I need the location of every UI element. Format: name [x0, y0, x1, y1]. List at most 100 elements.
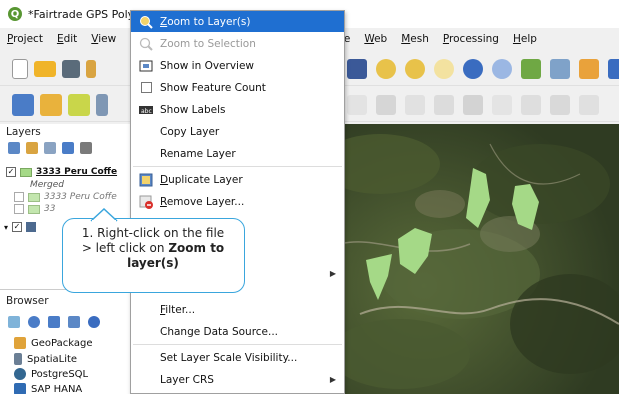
add-selected-icon[interactable] — [8, 316, 20, 328]
browser-item-geopackage[interactable]: GeoPackage — [14, 337, 92, 349]
data-source-manager-icon[interactable] — [12, 93, 34, 116]
menu-item-show-feature-count[interactable]: Show Feature Count — [131, 77, 344, 98]
layer-visibility-checkbox[interactable] — [14, 204, 24, 214]
menu-item-zoom-to-layers[interactable]: Zoom to Layer(s) — [131, 11, 344, 32]
group-visibility-checkbox[interactable]: ✓ — [12, 222, 23, 232]
menu-item-duplicate-layer[interactable]: Duplicate Layer — [131, 169, 344, 190]
manage-visibility-icon[interactable] — [44, 142, 56, 154]
menu-item-label: Show Feature Count — [160, 81, 266, 94]
callout-text: 1. Right-click on the file > left click … — [63, 226, 243, 271]
attribute-table-icon[interactable] — [434, 94, 454, 115]
browser-item-spatialite[interactable]: SpatiaLite — [14, 353, 77, 365]
digitize-icon[interactable] — [96, 93, 108, 116]
menu-item-rename-layer[interactable]: Rename Layer — [131, 143, 344, 164]
layer-row[interactable]: Merged — [30, 179, 64, 191]
refresh-icon[interactable] — [28, 316, 40, 328]
filter-legend-icon[interactable] — [62, 142, 74, 154]
map-canvas[interactable] — [340, 124, 619, 394]
callout-pointer — [90, 208, 118, 222]
menu-project[interactable]: Project — [0, 33, 50, 45]
menu-item-change-data-source[interactable]: Change Data Source... — [131, 321, 344, 342]
zoom-to-selection-icon — [139, 37, 153, 51]
zoom-full-icon[interactable] — [463, 58, 483, 79]
open-project-icon[interactable] — [34, 60, 56, 77]
zoom-next-icon[interactable] — [608, 58, 619, 79]
delete-selected-icon[interactable] — [463, 94, 483, 115]
menu-mesh[interactable]: Mesh — [394, 33, 436, 45]
menu-item-layer-crs[interactable]: Layer CRS ▶ — [131, 369, 344, 390]
callout-line-3-bold: layer(s) — [127, 256, 179, 270]
zoom-to-layer-icon[interactable] — [521, 58, 541, 79]
add-group-icon[interactable] — [26, 142, 38, 154]
properties-icon[interactable] — [88, 316, 100, 328]
menu-item-remove-layer[interactable]: Remove Layer... — [131, 191, 344, 212]
duplicate-layer-icon — [139, 173, 153, 187]
layer-label: Merged — [30, 180, 64, 190]
callout-line-3: layer(s) — [63, 256, 243, 271]
pan-map-icon[interactable] — [347, 58, 367, 79]
zoom-last-icon[interactable] — [579, 58, 599, 79]
cut-features-icon[interactable] — [492, 94, 512, 115]
select-features-icon[interactable] — [347, 94, 367, 115]
deselect-icon[interactable] — [405, 94, 425, 115]
zoom-to-selection-icon[interactable] — [492, 58, 512, 79]
expand-arrow-icon[interactable]: ▾ — [4, 223, 8, 232]
menu-processing[interactable]: Processing — [436, 33, 506, 45]
undo-icon[interactable] — [579, 94, 599, 115]
layer-row[interactable]: 3333 Peru Coffe — [14, 191, 117, 203]
menu-item-label: Show Labels — [160, 103, 226, 116]
menu-view[interactable]: View — [84, 33, 123, 45]
browser-item-saphana[interactable]: SAP HANA — [14, 383, 82, 394]
callout-line-2: > left click on Zoom to — [63, 241, 243, 256]
save-as-icon[interactable] — [86, 59, 96, 78]
browser-item-label: SAP HANA — [31, 383, 83, 394]
browser-panel-title: Browser — [6, 295, 49, 307]
new-project-icon[interactable] — [12, 58, 28, 79]
layer-group-row[interactable]: ▾ ✓ — [4, 221, 37, 233]
zoom-native-icon[interactable] — [550, 58, 570, 79]
layer-visibility-checkbox[interactable] — [14, 192, 24, 202]
paste-features-icon[interactable] — [550, 94, 570, 115]
menu-edit[interactable]: Edit — [50, 33, 84, 45]
remove-layer-icon — [139, 195, 153, 209]
menu-item-show-in-overview[interactable]: Show in Overview — [131, 55, 344, 76]
layer-symbol — [28, 192, 40, 202]
filter-expression-icon[interactable] — [80, 142, 92, 154]
browser-item-label: GeoPackage — [31, 337, 93, 349]
zoom-rubberband-icon[interactable] — [434, 58, 454, 79]
layer-row[interactable]: ✓ 3333 Peru Coffe — [6, 166, 117, 178]
save-project-icon[interactable] — [62, 59, 80, 78]
layer-visibility-checkbox[interactable]: ✓ — [6, 167, 16, 177]
menu-item-label: Show in Overview — [160, 59, 255, 72]
select-by-value-icon[interactable] — [376, 94, 396, 115]
open-styling-icon[interactable] — [8, 142, 20, 154]
overview-icon — [139, 59, 153, 73]
menu-item-label: Zoom to Layer(s) — [160, 15, 251, 28]
collapse-all-icon[interactable] — [68, 316, 80, 328]
menu-item-show-labels[interactable]: abc Show Labels — [131, 99, 344, 120]
copy-features-icon[interactable] — [521, 94, 541, 115]
menu-item-label: Layer CRS — [160, 373, 214, 386]
menu-web[interactable]: Web — [357, 33, 394, 45]
layer-label: 3333 Peru Coffe — [36, 167, 118, 177]
menu-item-filter[interactable]: Filter... — [131, 299, 344, 320]
filter-browser-icon[interactable] — [48, 316, 60, 328]
layer-context-menu: Zoom to Layer(s) Zoom to Selection Show … — [130, 10, 345, 394]
feature-count-checkbox[interactable] — [139, 81, 153, 95]
zoom-out-icon[interactable] — [405, 58, 425, 79]
menu-item-copy-layer[interactable]: Copy Layer — [131, 121, 344, 142]
submenu-arrow-icon: ▶ — [329, 269, 336, 278]
menu-item-label: Change Data Source... — [160, 325, 279, 338]
layer-row[interactable]: 33 — [14, 203, 55, 215]
browser-item-postgresql[interactable]: PostgreSQL — [14, 368, 88, 380]
browser-tools — [8, 316, 100, 328]
menu-item-zoom-to-selection[interactable]: Zoom to Selection — [131, 33, 344, 54]
menu-item-label: Filter... — [160, 303, 196, 316]
vector-layer-icon[interactable] — [68, 93, 90, 116]
zoom-in-icon[interactable] — [376, 58, 396, 79]
callout-line-2-prefix: > left click on — [81, 241, 169, 255]
new-layer-icon[interactable] — [40, 93, 62, 116]
menu-item-label: Duplicate Layer — [160, 173, 243, 186]
menu-item-set-scale-visibility[interactable]: Set Layer Scale Visibility... — [131, 347, 344, 368]
menu-help[interactable]: Help — [506, 33, 544, 45]
